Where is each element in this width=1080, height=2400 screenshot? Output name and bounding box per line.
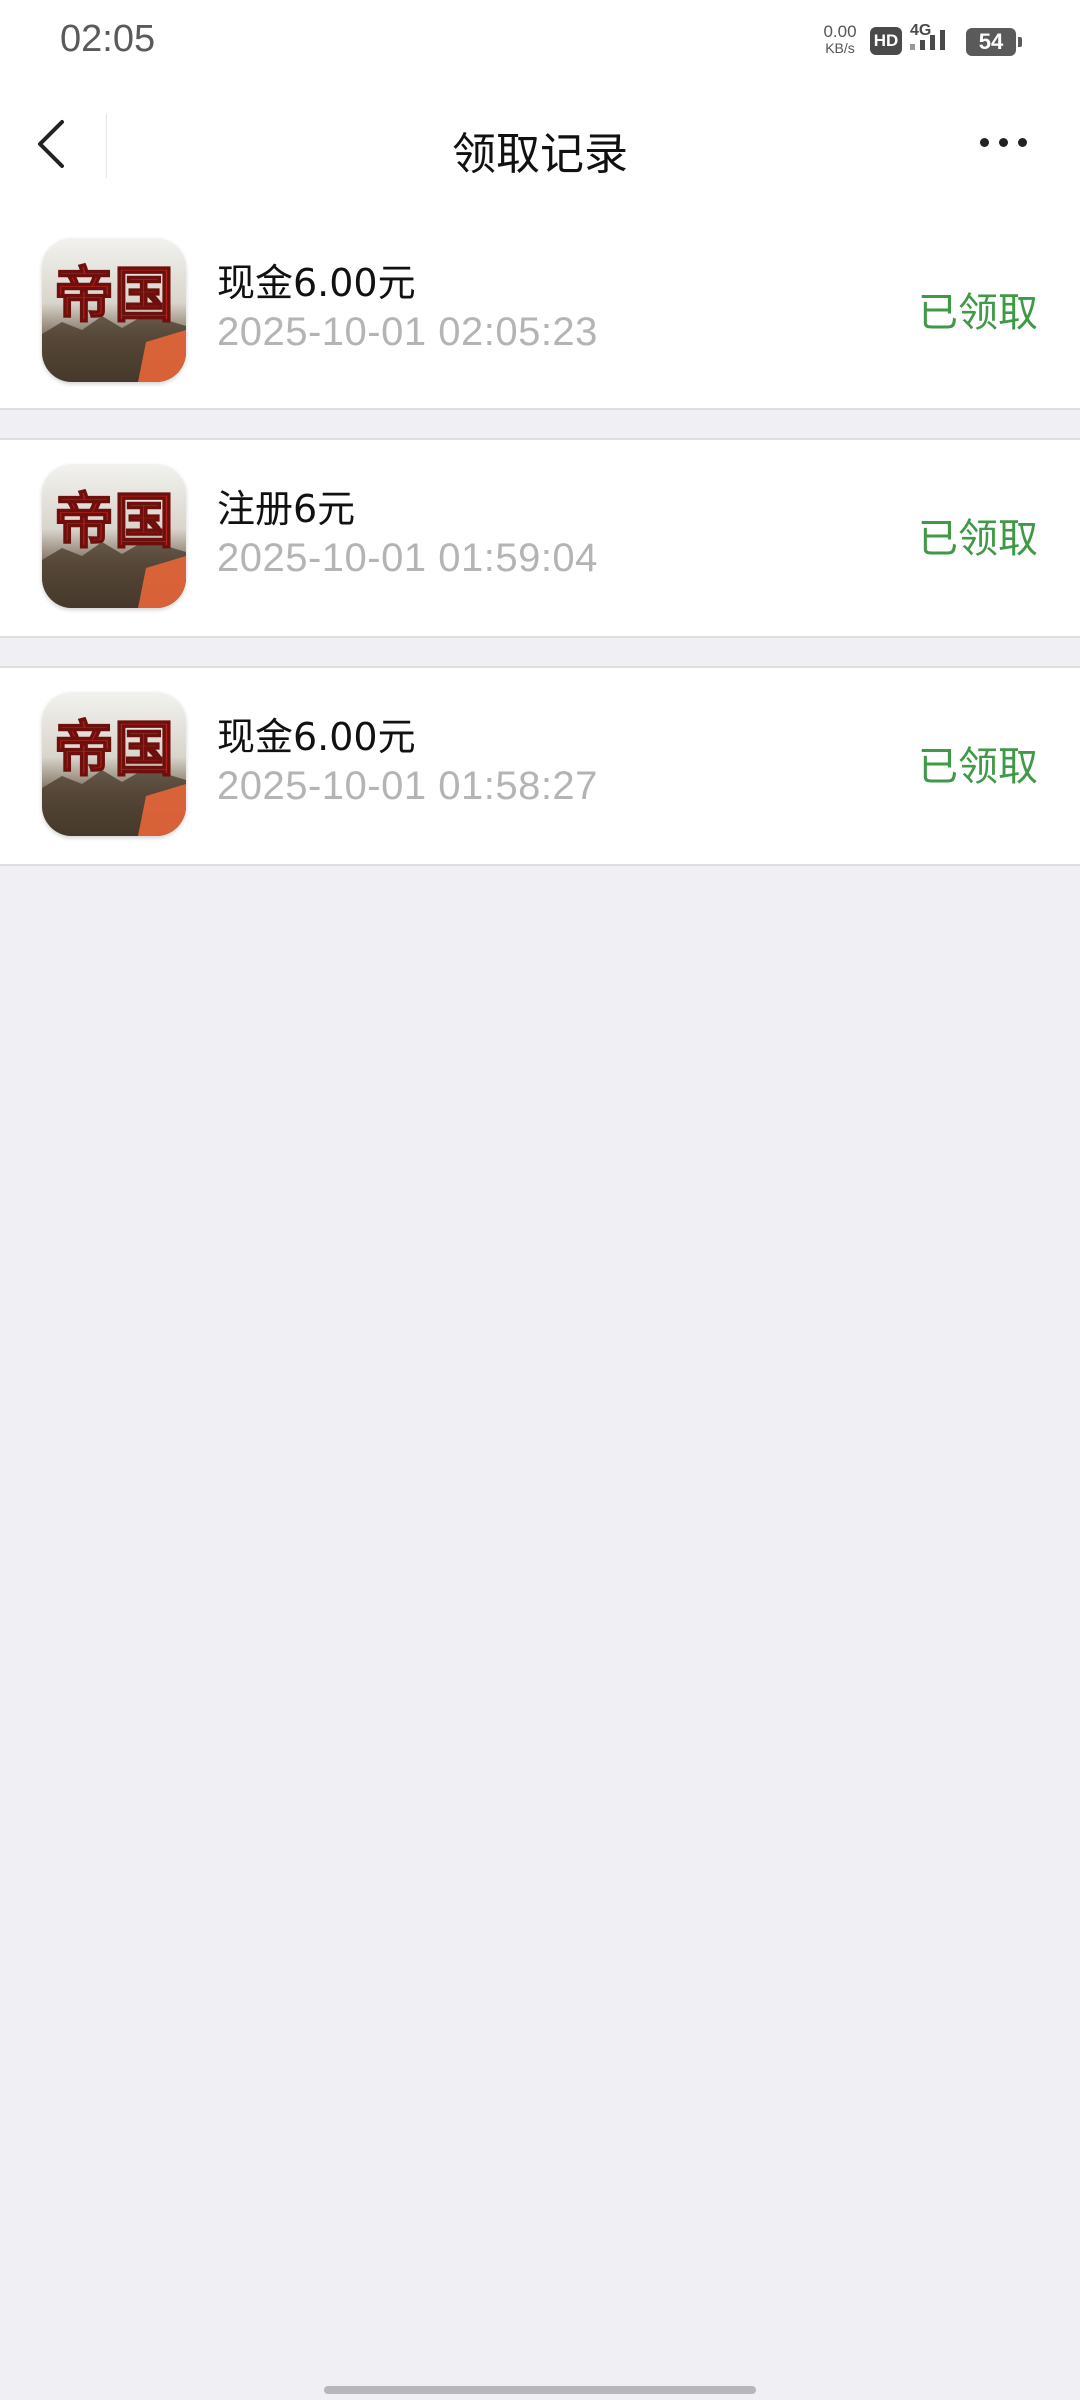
network-speed: 0.00 KB/s (818, 22, 862, 56)
icon-text: 帝国 (54, 487, 174, 557)
status-label: 已领取 (918, 516, 1038, 562)
list-item[interactable]: 帝国 现金6.00元 2025-10-01 01:58:27 已领取 (0, 666, 1080, 866)
record-time: 2025-10-01 01:59:04 (217, 536, 598, 580)
status-time: 02:05 (60, 18, 156, 60)
nav-bar: 领取记录 (0, 84, 1080, 214)
battery-icon: 54 (966, 28, 1022, 56)
home-indicator[interactable] (324, 2386, 756, 2394)
network-speed-unit: KB/s (825, 40, 855, 56)
network-type: 4G (910, 22, 932, 39)
record-title: 现金6.00元 (217, 715, 416, 759)
record-time: 2025-10-01 02:05:23 (217, 310, 598, 354)
back-button[interactable] (24, 114, 84, 174)
chevron-left-icon (38, 120, 64, 168)
status-label: 已领取 (918, 290, 1038, 336)
icon-text: 帝国 (54, 715, 174, 785)
record-title: 注册6元 (217, 487, 356, 531)
network-speed-value: 0.00 (823, 22, 857, 41)
more-button[interactable] (964, 124, 1044, 164)
nav-divider (106, 114, 107, 178)
signal-icon: 4G (910, 22, 960, 58)
record-title: 现金6.00元 (217, 261, 416, 305)
app-icon: 帝国 (42, 464, 186, 608)
status-label: 已领取 (918, 744, 1038, 790)
list-item[interactable]: 帝国 注册6元 2025-10-01 01:59:04 已领取 (0, 438, 1080, 638)
app-icon: 帝国 (42, 692, 186, 836)
record-time: 2025-10-01 01:58:27 (217, 764, 598, 808)
page-title: 领取记录 (452, 129, 628, 180)
hd-badge: HD (870, 27, 902, 55)
list-item[interactable]: 帝国 现金6.00元 2025-10-01 02:05:23 已领取 (0, 214, 1080, 410)
record-list: 帝国 现金6.00元 2025-10-01 02:05:23 已领取 帝国 注册… (0, 214, 1080, 894)
icon-text: 帝国 (54, 261, 174, 331)
status-bar: 02:05 0.00 KB/s HD 4G 54 (0, 0, 1080, 84)
app-icon: 帝国 (42, 238, 186, 382)
